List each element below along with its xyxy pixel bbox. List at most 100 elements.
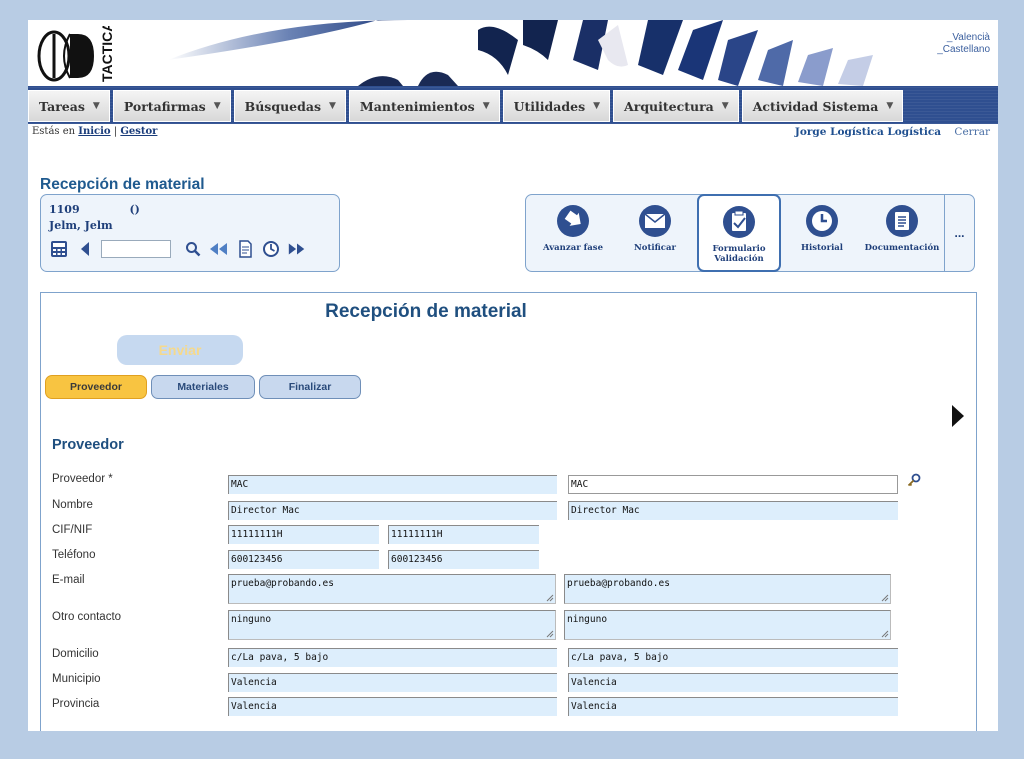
provincia-field[interactable]: Valencia (228, 697, 557, 716)
header-banner (168, 20, 873, 86)
record-names: Jelm, Jelm (49, 219, 113, 232)
otro-contacto-textarea-2[interactable]: ninguno (564, 610, 891, 640)
lang-castellano-link[interactable]: _Castellano (937, 44, 990, 56)
field-label-proveedor: Proveedor * (52, 473, 113, 485)
nombre-field[interactable]: Director Mac (228, 501, 557, 520)
action-avanzar-fase[interactable]: Avanzar fase (532, 195, 614, 271)
breadcrumb-inicio-link[interactable]: Inicio (78, 126, 110, 137)
resize-grip-icon[interactable] (881, 630, 889, 638)
email-textarea-2[interactable]: prueba@probando.es (564, 574, 891, 604)
resize-grip-icon[interactable] (546, 630, 554, 638)
rewind-icon[interactable] (209, 239, 229, 259)
provincia-field-2[interactable]: Valencia (568, 697, 898, 716)
chevron-down-icon: ▼ (482, 101, 490, 111)
lang-valenciano-link[interactable]: _Valencià (937, 32, 990, 44)
action-historial[interactable]: Historial (788, 195, 856, 271)
clock-icon[interactable] (261, 239, 281, 259)
advance-phase-icon (557, 205, 589, 237)
resize-grip-icon[interactable] (881, 594, 889, 602)
menu-tareas[interactable]: Tareas ▼ (28, 90, 110, 122)
chevron-down-icon: ▼ (329, 101, 336, 111)
email-textarea[interactable]: prueba@probando.es (228, 574, 556, 604)
menu-label: Arquitectura (624, 98, 714, 114)
main-menu: Tareas ▼ Portafirmas ▼ Búsquedas ▼ Mantenim… (28, 86, 998, 124)
action-label: Notificar (634, 243, 676, 253)
otro-contacto-value: ninguno (231, 614, 272, 625)
menu-arquitectura[interactable]: Arquitectura ▼ (613, 90, 739, 122)
field-label-nombre: Nombre (52, 499, 93, 511)
prev-arrow-icon[interactable] (75, 239, 95, 259)
record-paren: () (129, 203, 140, 216)
field-label-domicilio: Domicilio (52, 648, 99, 660)
menu-label: Actividad Sistema (752, 98, 879, 114)
fast-forward-icon[interactable] (287, 239, 307, 259)
action-documentacion[interactable]: Documentación (862, 195, 942, 271)
document-edit-icon[interactable] (235, 239, 255, 259)
tactica-logo: TACTICA (37, 26, 115, 82)
field-label-provincia: Provincia (52, 698, 100, 710)
field-label-municipio: Municipio (52, 673, 101, 685)
nombre-field-2[interactable]: Director Mac (568, 501, 898, 520)
cif-field[interactable]: 11111111H (228, 525, 379, 544)
menu-busquedas[interactable]: Búsquedas ▼ (233, 90, 346, 122)
municipio-field-2[interactable]: Valencia (568, 673, 898, 692)
more-actions-button[interactable]: ... (944, 195, 974, 271)
field-label-email: E-mail (52, 574, 85, 586)
notify-icon (639, 205, 671, 237)
record-id-line: 1109 () (49, 203, 140, 216)
otro-contacto-value-2: ninguno (567, 614, 608, 625)
otro-contacto-textarea[interactable]: ninguno (228, 610, 556, 640)
field-label-cif: CIF/NIF (52, 524, 93, 536)
action-label: Historial (800, 243, 844, 253)
action-formulario-validacion[interactable]: Formulario Validación (697, 194, 781, 272)
email-value: prueba@probando.es (231, 578, 334, 589)
menu-label: Búsquedas (244, 98, 321, 114)
chevron-down-icon: ▼ (593, 101, 601, 111)
menu-label: Portafirmas (123, 98, 206, 114)
history-icon (806, 205, 838, 237)
app-window: TACTICA _Valencià _Castellano Tareas ▼ P… (28, 20, 998, 731)
telefono-field-2[interactable]: 600123456 (388, 550, 539, 569)
form-container: Recepción de material Enviar Proveedor M… (40, 292, 977, 731)
tab-finalizar[interactable]: Finalizar (259, 375, 361, 399)
domicilio-field-2[interactable]: c/La pava, 5 bajo (568, 648, 898, 667)
chevron-down-icon: ▼ (886, 101, 894, 111)
proveedor-code-field[interactable]: MAC (228, 475, 557, 494)
validation-form-icon (723, 206, 755, 238)
cif-field-2[interactable]: 11111111H (388, 525, 539, 544)
menu-label: Utilidades (513, 98, 586, 114)
logout-link[interactable]: Cerrar (954, 126, 990, 138)
menu-utilidades[interactable]: Utilidades ▼ (502, 90, 611, 122)
form-title: Recepción de material (325, 301, 527, 322)
menu-actividad-sistema[interactable]: Actividad Sistema ▼ (741, 90, 904, 122)
tab-materiales[interactable]: Materiales (151, 375, 255, 399)
next-page-arrow-icon[interactable] (950, 403, 966, 429)
municipio-field[interactable]: Valencia (228, 673, 557, 692)
email-value-2: prueba@probando.es (567, 578, 670, 589)
telefono-field[interactable]: 600123456 (228, 550, 379, 569)
breadcrumb-gestor-link[interactable]: Gestor (120, 126, 157, 137)
domicilio-field[interactable]: c/La pava, 5 bajo (228, 648, 557, 667)
tab-proveedor[interactable]: Proveedor (45, 375, 147, 399)
menu-mantenimientos[interactable]: Mantenimientos ▼ (348, 90, 500, 122)
action-label: Avanzar fase (542, 243, 603, 253)
proveedor-lookup-field[interactable]: MAC (568, 475, 898, 494)
resize-grip-icon[interactable] (546, 594, 554, 602)
record-id: 1109 (49, 203, 80, 216)
user-name: Jorge Logística Logística (794, 126, 942, 138)
chevron-down-icon: ▼ (92, 101, 100, 111)
action-notificar[interactable]: Notificar (620, 195, 690, 271)
chevron-down-icon: ▼ (721, 101, 729, 111)
record-title: Recepción de material (40, 176, 205, 193)
actions-panel: Avanzar fase Notificar Formulario Valida… (525, 194, 975, 272)
submit-button[interactable]: Enviar (117, 335, 243, 365)
menu-label: Tareas (39, 98, 85, 114)
menu-portafirmas[interactable]: Portafirmas ▼ (112, 90, 231, 122)
search-icon[interactable] (183, 239, 203, 259)
breadcrumb-prefix: Estás en (32, 126, 76, 137)
calculator-icon[interactable] (49, 239, 69, 259)
record-panel: 1109 () Jelm, Jelm (40, 194, 340, 272)
language-selector: _Valencià _Castellano (937, 32, 990, 56)
record-nav-input[interactable] (101, 240, 171, 258)
lookup-key-icon[interactable] (907, 473, 921, 487)
